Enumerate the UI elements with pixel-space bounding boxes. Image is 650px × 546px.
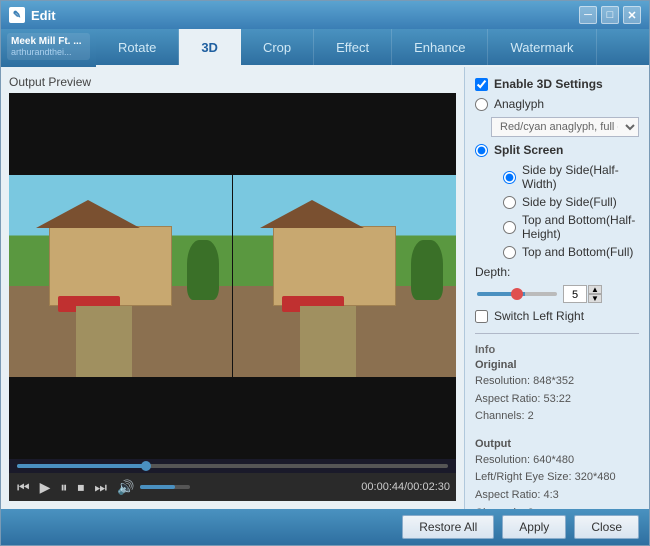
window-controls: ─ □ ✕ [579,6,641,24]
original-label: Original [475,359,639,371]
split-screen-label[interactable]: Split Screen [494,143,563,157]
depth-label: Depth: [475,265,510,279]
progress-track[interactable] [17,464,448,468]
edit-window: ✎ Edit ─ □ ✕ Meek Mill Ft. ... arthurand… [0,0,650,546]
apply-button[interactable]: Apply [502,515,566,539]
window-title: Edit [31,8,56,23]
split-screen-options: Side by Side(Half-Width) Side by Side(Fu… [475,163,639,259]
maximize-button[interactable]: □ [601,6,619,24]
volume-fill [140,485,175,489]
depth-value-box: 5 ▲ ▼ [563,285,602,303]
restore-all-button[interactable]: Restore All [402,515,494,539]
pause-button[interactable]: ⏸ [58,479,69,496]
top-full-label[interactable]: Top and Bottom(Full) [522,245,633,259]
switch-lr-checkbox[interactable] [475,310,488,323]
enable-3d-label[interactable]: Enable 3D Settings [494,77,603,91]
skip-forward-button[interactable]: ⏭ [92,479,109,496]
output-resolution: Resolution: 640*480 [475,452,639,470]
depth-control-row: 5 ▲ ▼ [475,285,639,303]
track-artist: arthurandthei... [11,47,86,57]
minimize-button[interactable]: ─ [579,6,597,24]
tab-watermark[interactable]: Watermark [488,29,596,65]
enable-3d-checkbox[interactable] [475,78,488,91]
track-item[interactable]: Meek Mill Ft. ... arthurandthei... [7,33,90,60]
tab-3d[interactable]: 3D [179,29,241,65]
option-side-full-row: Side by Side(Full) [503,195,639,209]
volume-icon[interactable]: 🔊 [115,479,136,496]
sidebar-header: Meek Mill Ft. ... arthurandthei... [1,29,96,67]
option-top-half-row: Top and Bottom(Half-Height) [503,213,639,241]
anaglyph-row: Anaglyph [475,97,639,111]
top-half-label[interactable]: Top and Bottom(Half-Height) [522,213,639,241]
depth-arrows: ▲ ▼ [588,285,602,303]
info-section: Info Original Resolution: 848*352 Aspect… [475,344,639,426]
tabs-bar: Rotate 3D Crop Effect Enhance Watermark [96,29,649,65]
time-display: 00:00:44/00:02:30 [361,481,450,493]
top-full-radio[interactable] [503,246,516,259]
progress-bar-container[interactable] [9,459,456,473]
info-title: Info [475,344,639,356]
top-half-radio[interactable] [503,221,516,234]
skip-back-button[interactable]: ⏮ [15,479,32,496]
split-screen-row: Split Screen [475,143,639,157]
side-full-label[interactable]: Side by Side(Full) [522,195,617,209]
switch-lr-row: Switch Left Right [475,309,639,323]
play-button[interactable]: ▶ [38,479,53,496]
main-content: Output Preview [1,67,649,509]
video-preview [9,93,456,459]
progress-fill [17,464,146,468]
left-panel: Output Preview [1,67,464,509]
original-resolution: Resolution: 848*352 [475,373,639,391]
depth-up-arrow[interactable]: ▲ [588,285,602,294]
side-full-radio[interactable] [503,196,516,209]
progress-thumb [141,461,151,471]
anaglyph-select[interactable]: Red/cyan anaglyph, full color [491,117,639,137]
tab-enhance[interactable]: Enhance [392,29,488,65]
preview-label: Output Preview [9,75,456,89]
close-bottom-button[interactable]: Close [574,515,639,539]
depth-value: 5 [563,285,587,303]
depth-down-arrow[interactable]: ▼ [588,294,602,303]
output-section: Output Resolution: 640*480 Left/Right Ey… [475,438,639,509]
controls-bar: ⏮ ▶ ⏸ ⏹ ⏭ 🔊 00:00:44/00:02:30 [9,473,456,501]
tab-rotate[interactable]: Rotate [96,29,179,65]
divider-1 [475,333,639,334]
bottom-bar: Restore All Apply Close [1,509,649,545]
volume-track[interactable] [140,485,190,489]
app-icon: ✎ [9,7,25,23]
tab-crop[interactable]: Crop [241,29,314,65]
track-title: Meek Mill Ft. ... [11,36,86,47]
split-screen-radio[interactable] [475,144,488,157]
title-bar: ✎ Edit ─ □ ✕ [1,1,649,29]
original-aspect: Aspect Ratio: 53:22 [475,391,639,409]
anaglyph-radio[interactable] [475,98,488,111]
tab-effect[interactable]: Effect [314,29,392,65]
stop-button[interactable]: ⏹ [75,479,86,496]
option-side-half-row: Side by Side(Half-Width) [503,163,639,191]
output-eye-size: Left/Right Eye Size: 320*480 [475,469,639,487]
side-half-label[interactable]: Side by Side(Half-Width) [522,163,639,191]
enable-3d-row: Enable 3D Settings [475,77,639,91]
option-top-full-row: Top and Bottom(Full) [503,245,639,259]
output-label: Output [475,438,639,450]
side-half-radio[interactable] [503,171,516,184]
right-panel: Enable 3D Settings Anaglyph Red/cyan ana… [464,67,649,509]
original-channels: Channels: 2 [475,408,639,426]
output-aspect: Aspect Ratio: 4:3 [475,487,639,505]
close-button[interactable]: ✕ [623,6,641,24]
volume-container: 🔊 [115,479,190,496]
anaglyph-label[interactable]: Anaglyph [494,97,544,111]
depth-slider[interactable] [477,292,557,296]
depth-row: Depth: [475,265,639,279]
anaglyph-dropdown-row: Red/cyan anaglyph, full color [475,117,639,137]
switch-lr-label[interactable]: Switch Left Right [494,309,584,323]
